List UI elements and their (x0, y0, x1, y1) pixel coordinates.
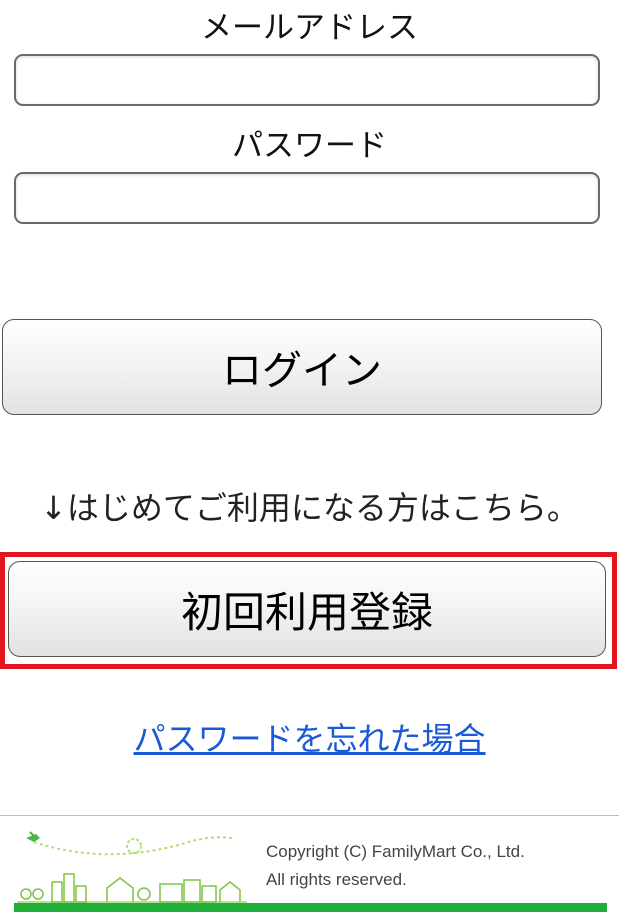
footer: Copyright (C) FamilyMart Co., Ltd. All r… (0, 816, 619, 917)
first-time-notice: ↓はじめてご利用になる方はこちら。 (40, 489, 579, 527)
copyright-line-1: Copyright (C) FamilyMart Co., Ltd. (266, 842, 525, 861)
login-button-label: ログイン (222, 348, 382, 394)
password-label: パスワード (232, 128, 387, 164)
town-illustration-icon (17, 831, 247, 903)
footer-green-bar (14, 903, 607, 912)
forgot-password-link[interactable]: パスワードを忘れた場合 (0, 717, 619, 761)
email-label: メールアドレス (201, 10, 418, 46)
register-button[interactable]: 初回利用登録 (8, 561, 606, 657)
email-field[interactable] (14, 54, 600, 106)
password-field[interactable] (14, 172, 600, 224)
login-button[interactable]: ログイン (2, 319, 602, 415)
copyright-line-2: All rights reserved. (266, 870, 407, 889)
register-button-label: 初回利用登録 (180, 587, 433, 637)
